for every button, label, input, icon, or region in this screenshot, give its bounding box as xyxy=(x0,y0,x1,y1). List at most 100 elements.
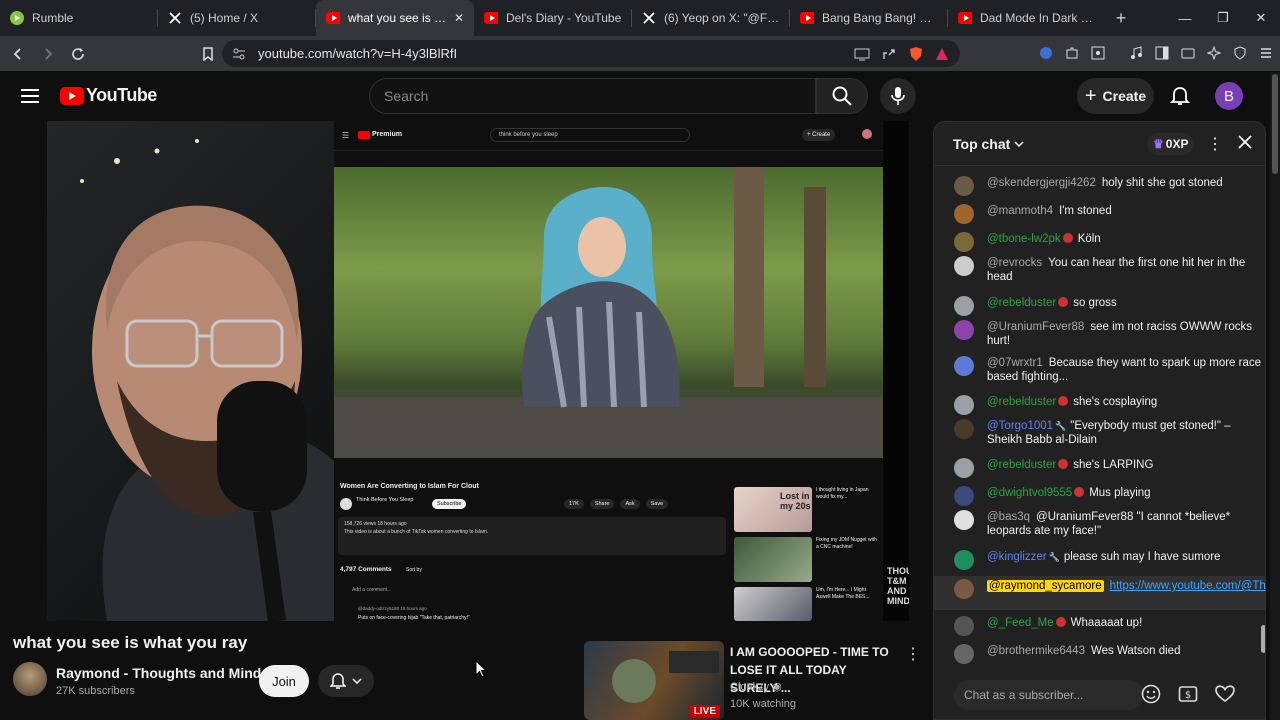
chat-avatar[interactable] xyxy=(954,510,974,530)
chat-message[interactable]: @rebelduster she's cosplaying xyxy=(934,395,1265,415)
chat-message[interactable]: @_Feed_Me Whaaaaat up! xyxy=(934,616,1265,636)
chat-avatar[interactable] xyxy=(954,395,974,415)
page-scrollbar[interactable] xyxy=(1270,72,1280,720)
address-bar[interactable]: youtube.com/watch?v=H-4y3lBlRfI xyxy=(222,40,960,67)
cast-icon[interactable] xyxy=(854,47,870,61)
browser-tab[interactable]: Dad Mode In Dark Mode xyxy=(948,0,1106,36)
brave-rewards-icon[interactable] xyxy=(934,46,950,62)
browser-tab[interactable]: Rumble xyxy=(0,0,158,36)
sidebar-icon[interactable] xyxy=(1152,42,1172,64)
bookmark-icon[interactable] xyxy=(196,42,220,66)
chevron-down-icon[interactable] xyxy=(1014,140,1024,147)
chat-avatar[interactable] xyxy=(954,232,974,252)
recommended-thumbnail[interactable]: LIVE xyxy=(584,641,724,720)
chat-author[interactable]: @UraniumFever88 xyxy=(987,321,1084,333)
chat-author[interactable]: @rebelduster xyxy=(987,297,1056,309)
chat-author[interactable]: @rebelduster xyxy=(987,459,1056,471)
chat-scrollbar[interactable] xyxy=(1261,170,1265,670)
chat-message[interactable]: @rebelduster so gross xyxy=(934,296,1265,316)
more-options-icon[interactable]: ⋮ xyxy=(905,644,921,664)
close-chat-icon[interactable] xyxy=(1238,135,1252,149)
chat-avatar[interactable] xyxy=(954,616,974,636)
chat-avatar[interactable] xyxy=(954,176,974,196)
chat-message[interactable]: @kinglizzer 🔧 please suh may I have sumore xyxy=(934,550,1265,570)
chat-message[interactable]: @tbone-lw2pk Köln xyxy=(934,232,1265,252)
chat-message[interactable]: @dwightvol9555 Mus playing xyxy=(934,486,1265,506)
video-player[interactable]: ☰ Premium think before you sleep + Creat… xyxy=(47,121,909,621)
chat-avatar[interactable] xyxy=(954,256,974,276)
chat-message[interactable]: @rebelduster she's LARPING xyxy=(934,458,1265,478)
channel-avatar[interactable] xyxy=(13,662,47,696)
back-button[interactable] xyxy=(6,42,30,66)
chat-avatar[interactable] xyxy=(954,356,974,376)
page-scroll-thumb[interactable] xyxy=(1272,74,1278,174)
points-badge[interactable]: ♛ 0XP xyxy=(1147,133,1195,155)
browser-tab[interactable]: (5) Home / X xyxy=(158,0,316,36)
close-tab-icon[interactable]: ✕ xyxy=(454,11,464,25)
chat-author[interactable]: @brothermike6443 xyxy=(987,645,1085,657)
chat-author[interactable]: @dwightvol9555 xyxy=(987,487,1072,499)
chat-message-link[interactable]: https://www.youtube.com/@ThinkBeforeY... xyxy=(1110,580,1265,592)
menu-icon[interactable] xyxy=(1256,42,1276,64)
voice-search-button[interactable] xyxy=(880,78,916,114)
chat-avatar[interactable] xyxy=(954,296,974,316)
extension-icon[interactable] xyxy=(1088,42,1108,64)
close-window-icon[interactable]: ✕ xyxy=(1242,0,1280,36)
notifications-bell-icon[interactable] xyxy=(1170,85,1190,107)
browser-tab-active[interactable]: what you see is wh ✕ xyxy=(316,0,474,36)
chat-author[interactable]: @_Feed_Me xyxy=(987,617,1054,629)
chat-mode-selector[interactable]: Top chat xyxy=(953,136,1010,152)
heart-icon[interactable] xyxy=(1215,684,1235,704)
chat-avatar[interactable] xyxy=(954,644,974,664)
extension-icon[interactable] xyxy=(1036,42,1056,64)
subscription-notification-button[interactable] xyxy=(318,665,374,697)
chat-message[interactable]: @07wrxtr1 Because they want to spark up m… xyxy=(934,356,1265,390)
chat-author[interactable]: @revrocks xyxy=(987,257,1042,269)
chat-message[interactable]: @UraniumFever88 see im not raciss OWWW ro… xyxy=(934,320,1265,354)
chat-scroll-thumb[interactable] xyxy=(1261,625,1265,653)
restore-icon[interactable]: ❐ xyxy=(1204,0,1242,36)
youtube-logo[interactable]: YouTube xyxy=(60,85,157,106)
site-info-icon[interactable] xyxy=(232,47,246,61)
chat-avatar[interactable] xyxy=(954,486,974,506)
chat-avatar[interactable] xyxy=(954,550,974,570)
chat-author[interactable]: @bas3q xyxy=(987,511,1030,523)
forward-button[interactable] xyxy=(36,42,60,66)
account-avatar[interactable]: B xyxy=(1215,82,1243,110)
super-chat-icon[interactable]: $ xyxy=(1178,684,1198,704)
chat-author[interactable]: @tbone-lw2pk xyxy=(987,233,1061,245)
share-icon[interactable] xyxy=(882,47,896,61)
leo-ai-icon[interactable] xyxy=(1204,42,1224,64)
chat-message[interactable]: @manmoth4 I'm stoned xyxy=(934,204,1265,224)
chat-message[interactable]: @bas3q @UraniumFever88 "I cannot *believe… xyxy=(934,510,1265,544)
join-button[interactable]: Join xyxy=(259,665,309,697)
wallet-icon[interactable] xyxy=(1178,42,1198,64)
browser-tab[interactable]: Del's Diary - YouTube xyxy=(474,0,632,36)
create-button[interactable]: + Create xyxy=(1077,78,1154,114)
chat-author[interactable]: @manmoth4 xyxy=(987,205,1053,217)
chat-input[interactable]: Chat as a subscriber... xyxy=(954,680,1144,710)
chat-message[interactable]: @skendergjergji4262 holy shit she got sto… xyxy=(934,176,1265,196)
chat-more-options-icon[interactable]: ⋮ xyxy=(1207,134,1223,154)
minimize-icon[interactable]: — xyxy=(1166,0,1204,36)
chat-avatar[interactable] xyxy=(954,458,974,478)
emoji-icon[interactable] xyxy=(1141,684,1161,704)
chat-avatar[interactable] xyxy=(954,320,974,340)
recommended-channel[interactable]: Cloakzy ◉ xyxy=(730,680,782,693)
chat-author[interactable]: @rebelduster xyxy=(987,396,1056,408)
new-tab-button[interactable]: + xyxy=(1106,8,1136,29)
brave-shield-icon[interactable] xyxy=(908,46,924,62)
browser-tab[interactable]: (6) Yeop on X: "@Forsaken xyxy=(632,0,790,36)
chat-author[interactable]: @07wrxtr1 xyxy=(987,357,1043,369)
search-input[interactable]: Search xyxy=(369,78,816,114)
chat-avatar[interactable] xyxy=(954,579,974,599)
chat-message[interactable]: @revrocks You can hear the first one hit … xyxy=(934,256,1265,290)
chat-message[interactable]: @Torgo1001 🔧 "Everybody must get stoned!" … xyxy=(934,419,1265,453)
puzzle-icon[interactable] xyxy=(1062,42,1082,64)
chat-author[interactable]: @skendergjergji4262 xyxy=(987,177,1096,189)
chat-avatar[interactable] xyxy=(954,204,974,224)
vpn-icon[interactable] xyxy=(1230,42,1250,64)
chat-message[interactable]: @raymond_sycamore https://www.youtube.com… xyxy=(934,576,1265,610)
hamburger-menu-icon[interactable] xyxy=(21,88,39,104)
chat-author[interactable]: @raymond_sycamore xyxy=(987,580,1104,592)
